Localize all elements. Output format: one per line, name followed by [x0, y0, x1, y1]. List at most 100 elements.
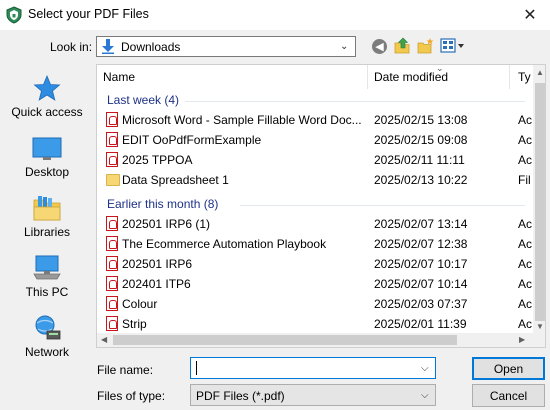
place-label: Desktop	[24, 165, 70, 179]
group-header-earlier-this-month[interactable]: Earlier this month (8)	[107, 197, 218, 211]
column-header-date[interactable]: Date modified	[374, 70, 448, 84]
file-date: 2025/02/07 10:17	[374, 257, 468, 271]
pdf-file-icon	[106, 132, 118, 147]
scroll-down-arrow[interactable]: ▼	[536, 322, 544, 331]
new-folder-icon[interactable]	[417, 37, 434, 54]
file-type-dropdown[interactable]: PDF Files (*.pdf) ⌵	[190, 384, 436, 406]
desktop-icon	[32, 137, 62, 160]
file-date: 2025/02/07 10:14	[374, 277, 468, 291]
place-label: Quick access	[11, 105, 83, 119]
file-date: 2025/02/15 13:08	[374, 113, 468, 127]
scroll-corner	[533, 333, 545, 347]
file-list[interactable]: Name ⌄ Date modified Ty Last week (4) Mi…	[96, 64, 546, 348]
column-divider[interactable]	[509, 65, 510, 89]
file-name: Colour	[122, 297, 158, 311]
scroll-left-arrow[interactable]: ◀	[101, 335, 107, 344]
place-quick-access[interactable]: Quick access	[4, 64, 90, 124]
file-type: Ac	[518, 113, 533, 127]
window-title: Select your PDF Files	[28, 7, 149, 21]
libraries-icon	[33, 196, 61, 221]
place-network[interactable]: Network	[4, 304, 90, 364]
places-bar: Quick access Desktop Libraries This PC N…	[4, 64, 90, 364]
horizontal-scroll-thumb[interactable]	[113, 335, 457, 345]
file-type: Ac	[518, 317, 533, 331]
file-type: Ac	[518, 217, 533, 231]
file-type: Ac	[518, 153, 533, 167]
place-this-pc[interactable]: This PC	[4, 244, 90, 304]
file-name-input[interactable]: ⌵	[190, 357, 436, 379]
file-name: Strip	[122, 317, 147, 331]
group-divider	[185, 101, 525, 102]
file-date: 2025/02/01 11:39	[374, 317, 467, 331]
close-button[interactable]: ✕	[510, 0, 550, 30]
file-date: 2025/02/07 12:38	[374, 237, 468, 251]
file-name: EDIT OoPdfFormExample	[122, 133, 262, 147]
file-date: 2025/02/07 13:14	[374, 217, 468, 231]
file-row[interactable]: Colour 2025/02/03 07:37 Ac	[97, 294, 532, 314]
pdf-file-icon	[106, 296, 118, 311]
scroll-right-arrow[interactable]: ▶	[519, 335, 525, 344]
file-row[interactable]: Microsoft Word - Sample Fillable Word Do…	[97, 110, 532, 130]
scroll-up-arrow[interactable]: ▲	[536, 68, 544, 77]
shield-icon	[6, 6, 22, 24]
file-type: Ac	[518, 257, 533, 271]
file-name: Microsoft Word - Sample Fillable Word Do…	[122, 113, 362, 127]
pdf-file-icon	[106, 152, 118, 167]
back-icon[interactable]: ◀	[372, 39, 387, 54]
place-libraries[interactable]: Libraries	[4, 184, 90, 244]
pdf-file-icon	[106, 256, 118, 271]
file-name: 202501 IRP6	[122, 257, 193, 271]
file-name-label: File name:	[97, 363, 154, 377]
open-button[interactable]: Open	[472, 357, 545, 380]
file-type: Ac	[518, 277, 533, 291]
column-divider[interactable]	[367, 65, 368, 89]
pdf-file-icon	[106, 112, 118, 127]
download-arrow-icon	[102, 39, 114, 54]
vertical-scrollbar[interactable]: ▲ ▼	[533, 65, 545, 333]
chevron-down-icon: ⌄	[340, 41, 349, 52]
look-in-dropdown[interactable]: Downloads ⌄	[96, 36, 356, 57]
cancel-button[interactable]: Cancel	[472, 384, 545, 407]
file-row[interactable]: Strip 2025/02/01 11:39 Ac	[97, 314, 532, 334]
file-row[interactable]: The Ecommerce Automation Playbook 2025/0…	[97, 234, 532, 254]
file-type-label: Files of type:	[97, 389, 166, 403]
up-folder-icon[interactable]	[394, 37, 410, 54]
view-menu-icon[interactable]	[440, 38, 466, 54]
pdf-file-icon	[106, 276, 118, 291]
file-name: Data Spreadsheet 1	[122, 173, 229, 187]
file-type-value: PDF Files (*.pdf)	[196, 389, 285, 403]
pdf-file-icon	[106, 216, 118, 231]
column-header-name[interactable]: Name	[103, 70, 135, 84]
file-date: 2025/02/03 07:37	[374, 297, 468, 311]
place-label: This PC	[25, 285, 69, 299]
file-row[interactable]: 202401 ITP6 2025/02/07 10:14 Ac	[97, 274, 532, 294]
place-desktop[interactable]: Desktop	[4, 124, 90, 184]
file-date: 2025/02/11 11:11	[374, 153, 465, 167]
title-bar: Select your PDF Files ✕	[0, 0, 550, 30]
file-type: Ac	[518, 297, 533, 311]
pdf-file-icon	[106, 316, 118, 331]
file-row[interactable]: 202501 IRP6 2025/02/07 10:17 Ac	[97, 254, 532, 274]
group-divider	[240, 205, 525, 206]
chevron-down-icon[interactable]: ⌵	[421, 363, 429, 374]
file-name: 202501 IRP6 (1)	[122, 217, 211, 231]
file-row[interactable]: 2025 TPPOA 2025/02/11 11:11 Ac	[97, 150, 532, 170]
folder-icon	[106, 174, 120, 186]
file-row[interactable]: 202501 IRP6 (1) 2025/02/07 13:14 Ac	[97, 214, 532, 234]
column-header-row: Name ⌄ Date modified Ty	[97, 65, 545, 89]
look-in-label: Look in:	[50, 40, 93, 54]
place-label: Libraries	[23, 225, 71, 239]
network-icon	[35, 315, 61, 340]
horizontal-scrollbar[interactable]: ◀ ▶	[97, 333, 533, 347]
group-header-last-week[interactable]: Last week (4)	[107, 93, 179, 107]
place-label: Network	[24, 345, 69, 359]
vertical-scroll-thumb[interactable]	[535, 83, 545, 321]
file-name: 202401 ITP6	[122, 277, 191, 291]
folder-row[interactable]: Data Spreadsheet 1 2025/02/13 10:22 Fil	[97, 170, 531, 190]
file-type: Ac	[518, 133, 533, 147]
file-date: 2025/02/13 10:22	[374, 173, 468, 187]
file-type: Fil	[518, 173, 531, 187]
column-header-type[interactable]: Ty	[518, 70, 531, 84]
file-row[interactable]: EDIT OoPdfFormExample 2025/02/15 09:08 A…	[97, 130, 532, 150]
pdf-file-icon	[106, 236, 118, 251]
